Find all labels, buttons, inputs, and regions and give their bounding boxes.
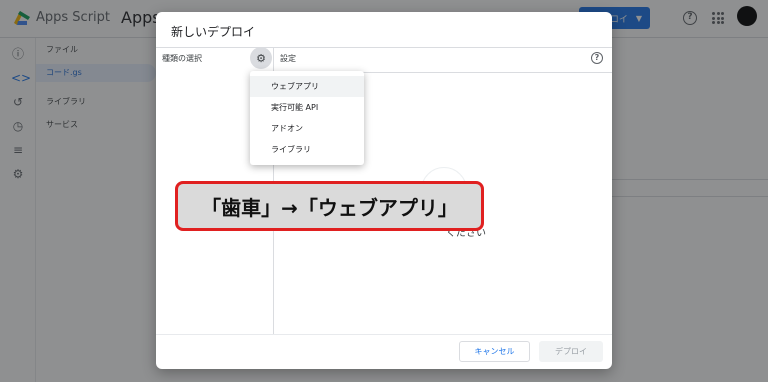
divider bbox=[156, 334, 612, 335]
settings-label: 設定 bbox=[280, 54, 296, 63]
deployment-type-menu: ウェブアプリ 実行可能 API アドオン ライブラリ bbox=[250, 71, 364, 165]
gear-icon[interactable]: ⚙ bbox=[250, 47, 272, 69]
instruction-callout: 「歯車」→「ウェブアプリ」 bbox=[175, 181, 484, 231]
deploy-button[interactable]: デプロイ bbox=[539, 341, 603, 362]
menu-item-web-app[interactable]: ウェブアプリ bbox=[250, 76, 364, 97]
help-icon[interactable]: ? bbox=[591, 52, 603, 64]
menu-item-library[interactable]: ライブラリ bbox=[250, 139, 364, 160]
menu-item-addon[interactable]: アドオン bbox=[250, 118, 364, 139]
select-type-label: 種類の選択 bbox=[162, 54, 202, 63]
dialog-title: 新しいデプロイ bbox=[171, 25, 256, 39]
menu-item-executable-api[interactable]: 実行可能 API bbox=[250, 97, 364, 118]
cancel-button[interactable]: キャンセル bbox=[459, 341, 530, 362]
